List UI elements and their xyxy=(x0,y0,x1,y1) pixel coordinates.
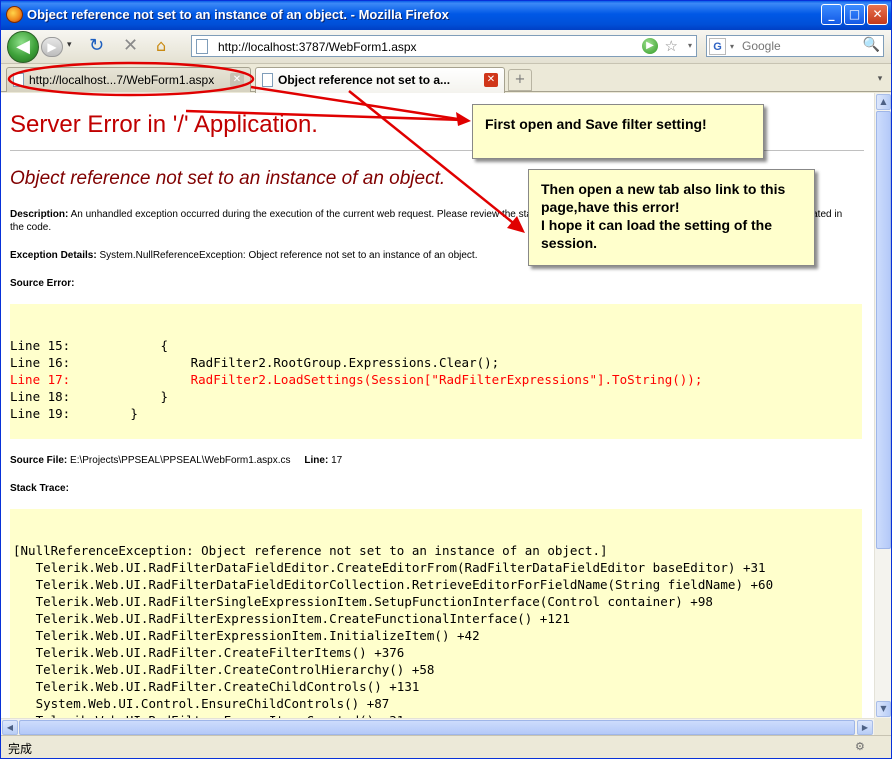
source-file-label: Source File: xyxy=(10,455,68,466)
go-button[interactable]: ▶ xyxy=(642,38,658,54)
vertical-scrollbar[interactable]: ▲ ▼ xyxy=(874,93,891,718)
address-url[interactable]: http://localhost:3787/WebForm1.aspx xyxy=(218,40,417,54)
exception-label: Exception Details: xyxy=(10,250,97,261)
callout-note-1: First open and Save filter setting! xyxy=(472,104,764,159)
stack-line: Telerik.Web.UI.RadFilterSingleExpression… xyxy=(13,594,713,609)
status-text: 完成 xyxy=(8,742,33,756)
window-title: Object reference not set to an instance … xyxy=(27,7,449,22)
navigation-toolbar: ◀ ▶ ▾ ↻ ✕ ⌂ http://localhost:3787/WebFor… xyxy=(1,30,891,64)
close-tab-icon[interactable]: ✕ xyxy=(484,73,498,87)
stack-line: Telerik.Web.UI.RadFilterDataFieldEditor.… xyxy=(13,560,766,575)
vertical-scroll-thumb[interactable] xyxy=(876,111,891,549)
stack-line: Telerik.Web.UI.RadFilterDataFieldEditorC… xyxy=(13,577,774,592)
source-line: Line 15: { xyxy=(10,338,169,353)
reload-button[interactable]: ↻ xyxy=(89,35,104,56)
callout-note-2: Then open a new tab also link to this pa… xyxy=(528,169,815,266)
tab-localhost[interactable]: http://localhost...7/WebForm1.aspx ✕ xyxy=(6,67,251,92)
error-heading: Object reference not set to an instance … xyxy=(10,168,446,189)
back-button[interactable]: ◀ xyxy=(7,31,39,63)
source-file-line: Source File: E:\Projects\PPSEAL\PPSEAL\W… xyxy=(10,454,342,467)
address-bar[interactable]: http://localhost:3787/WebForm1.aspx ▶ ☆ … xyxy=(191,35,697,57)
source-line: Line 17: RadFilter2.LoadSettings(Session… xyxy=(10,372,703,387)
page-icon xyxy=(13,73,24,87)
search-bar[interactable]: G ▾ 🔍 xyxy=(706,35,884,57)
stack-trace-block: [NullReferenceException: Object referenc… xyxy=(10,509,862,718)
scroll-up-icon[interactable]: ▲ xyxy=(876,94,891,110)
google-engine-icon[interactable]: G xyxy=(709,38,726,55)
source-line: Line 18: } xyxy=(10,389,169,404)
tab-label: http://localhost...7/WebForm1.aspx xyxy=(29,73,215,87)
stack-line: Telerik.Web.UI.RadFilterExpressionItem.C… xyxy=(13,611,570,626)
description-label: Description: xyxy=(10,209,69,220)
source-error-heading: Source Error: xyxy=(10,277,74,290)
stop-button[interactable]: ✕ xyxy=(123,35,138,56)
stack-line: System.Web.UI.Control.EnsureChildControl… xyxy=(13,696,390,711)
scroll-left-icon[interactable]: ◀ xyxy=(2,720,18,735)
stack-line: Telerik.Web.UI.RadFilter.CreateControlHi… xyxy=(13,662,435,677)
scrollbar-corner xyxy=(874,718,891,735)
line-number: 17 xyxy=(331,455,343,466)
horizontal-scroll-thumb[interactable] xyxy=(19,720,855,735)
status-icon: ⚙ xyxy=(855,740,865,753)
stack-trace-label: Stack Trace: xyxy=(10,483,69,494)
page-icon xyxy=(262,73,273,87)
close-window-button[interactable]: ✕ xyxy=(867,4,888,25)
line-label: Line: xyxy=(304,455,329,466)
stack-line: [NullReferenceException: Object referenc… xyxy=(13,543,608,558)
stack-trace-heading: Stack Trace: xyxy=(10,482,69,495)
search-icon[interactable]: 🔍 xyxy=(863,37,880,53)
scroll-down-icon[interactable]: ▼ xyxy=(876,701,891,717)
firefox-logo-icon xyxy=(6,6,23,23)
horizontal-scrollbar[interactable]: ◀ ▶ xyxy=(1,718,874,735)
source-error-label: Source Error: xyxy=(10,278,75,289)
tab-strip: http://localhost...7/WebForm1.aspx ✕ Obj… xyxy=(1,64,891,93)
minimize-button[interactable]: _ xyxy=(821,4,842,25)
stack-line: Telerik.Web.UI.RadFilter.CreateChildCont… xyxy=(13,679,420,694)
search-input[interactable] xyxy=(742,38,862,54)
url-history-dropdown-icon[interactable]: ▾ xyxy=(688,41,692,50)
bookmark-star-icon[interactable]: ☆ xyxy=(665,37,678,55)
tab-list-icon[interactable]: ▾ xyxy=(873,70,887,88)
source-file-path: E:\Projects\PPSEAL\PPSEAL\WebForm1.aspx.… xyxy=(70,455,291,466)
new-tab-button[interactable]: + xyxy=(508,69,532,91)
page-title: Server Error in '/' Application. xyxy=(10,111,318,138)
title-bar: Object reference not set to an instance … xyxy=(1,1,891,30)
source-line: Line 19: } xyxy=(10,406,138,421)
scroll-right-icon[interactable]: ▶ xyxy=(857,720,873,735)
history-dropdown-icon[interactable]: ▾ xyxy=(67,40,72,50)
source-code-block: Line 15: { Line 16: RadFilter2.RootGroup.… xyxy=(10,304,862,439)
tab-error-page[interactable]: Object reference not set to a... ✕ xyxy=(255,67,505,93)
exception-text: System.NullReferenceException: Object re… xyxy=(99,250,478,261)
browser-window: Object reference not set to an instance … xyxy=(0,0,892,759)
stack-line: Telerik.Web.UI.RadFilterExpressionItem.I… xyxy=(13,628,480,643)
tab-label: Object reference not set to a... xyxy=(278,73,451,87)
home-button[interactable]: ⌂ xyxy=(156,36,166,55)
source-line: Line 16: RadFilter2.RootGroup.Expression… xyxy=(10,355,500,370)
engine-dropdown-icon[interactable]: ▾ xyxy=(730,42,734,51)
maximize-button[interactable]: □ xyxy=(844,4,865,25)
forward-button[interactable]: ▶ xyxy=(41,37,63,57)
stack-line: Telerik.Web.UI.RadFilter.CreateFilterIte… xyxy=(13,645,405,660)
page-icon xyxy=(196,39,208,54)
status-bar: 完成 ⚙ xyxy=(1,735,891,758)
close-tab-icon[interactable]: ✕ xyxy=(230,73,244,87)
